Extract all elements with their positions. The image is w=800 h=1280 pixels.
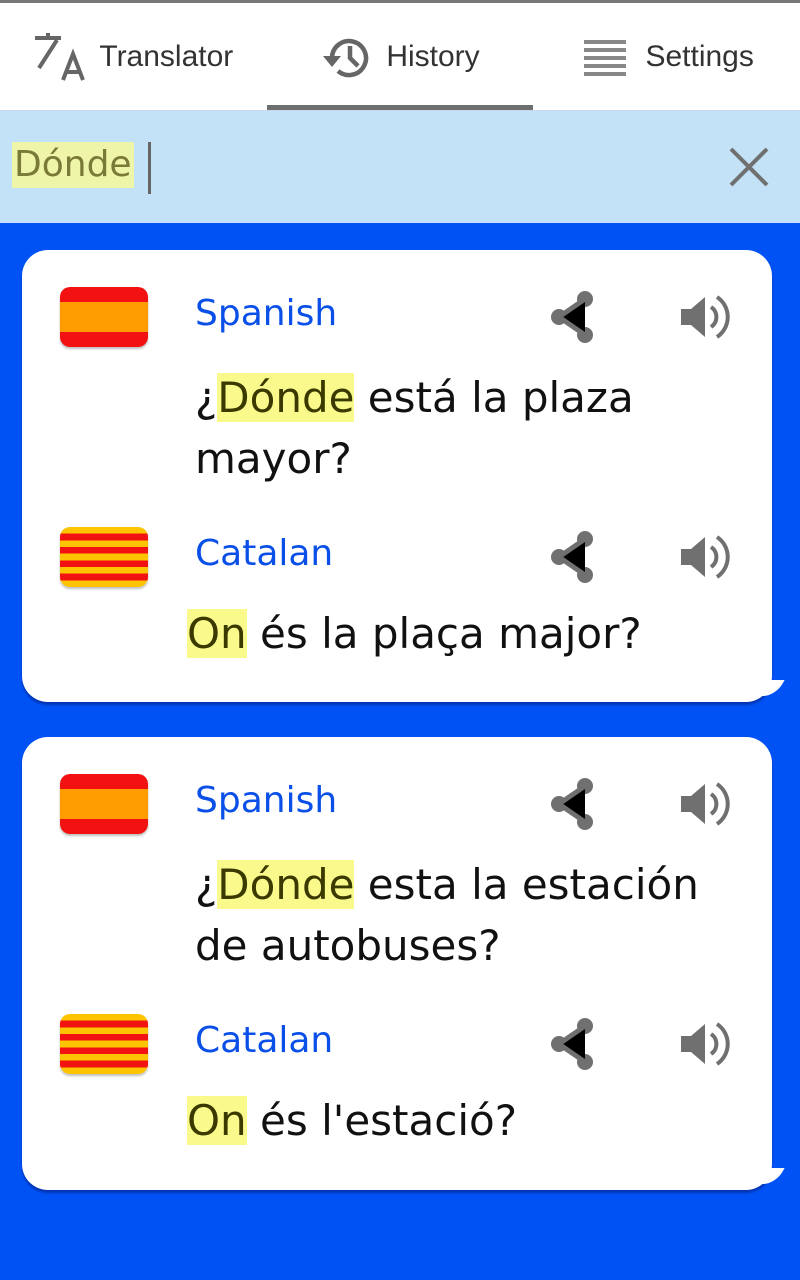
speaker-icon[interactable] [673, 527, 733, 587]
language-label: Catalan [195, 533, 334, 574]
translate-icon [35, 32, 86, 81]
tab-label: Translator [99, 39, 234, 73]
catalonia-flag [60, 527, 148, 587]
share-icon[interactable] [543, 287, 603, 347]
share-icon[interactable] [543, 774, 603, 834]
history-card[interactable]: Spanish ¿Dónde esta la estación de autob… [22, 737, 772, 1190]
text-prefix: ¿ [195, 373, 218, 422]
translation-text: On és la plaça major? [187, 603, 747, 664]
language-label: Spanish [195, 780, 338, 821]
close-icon[interactable] [728, 146, 770, 188]
search-match-highlight: Dónde [217, 373, 355, 422]
tab-settings[interactable]: Settings [533, 3, 800, 110]
share-icon[interactable] [543, 527, 603, 587]
text-cursor [148, 142, 151, 194]
history-icon [323, 38, 369, 77]
search-match-highlight: On [187, 1096, 247, 1145]
language-label: Spanish [195, 293, 338, 334]
source-text: ¿Dónde está la plaza mayor? [195, 367, 755, 489]
speaker-icon[interactable] [673, 287, 733, 347]
share-icon[interactable] [543, 1014, 603, 1074]
spain-flag [60, 287, 148, 347]
tab-label: History [386, 39, 480, 73]
tab-history[interactable]: History [266, 3, 534, 110]
source-text: ¿Dónde esta la estación de autobuses? [195, 854, 755, 976]
search-input[interactable]: Dónde [12, 142, 134, 188]
tab-bar: Translator History Settings [0, 3, 800, 111]
menu-icon [584, 39, 627, 76]
language-label: Catalan [195, 1020, 334, 1061]
search-match-highlight: On [187, 609, 247, 658]
translation-text: On és l'estació? [187, 1090, 747, 1151]
catalonia-flag [60, 1014, 148, 1074]
text-rest: és la plaça major? [246, 609, 642, 658]
text-rest: és l'estació? [246, 1096, 518, 1145]
tab-label: Settings [645, 39, 754, 73]
speaker-icon[interactable] [673, 774, 733, 834]
text-prefix: ¿ [195, 860, 218, 909]
tab-translator[interactable]: Translator [0, 3, 267, 110]
spain-flag [60, 774, 148, 834]
search-match-highlight: Dónde [217, 860, 355, 909]
speaker-icon[interactable] [673, 1014, 733, 1074]
history-card[interactable]: Spanish ¿Dónde está la plaza mayor? Cata… [22, 250, 772, 702]
